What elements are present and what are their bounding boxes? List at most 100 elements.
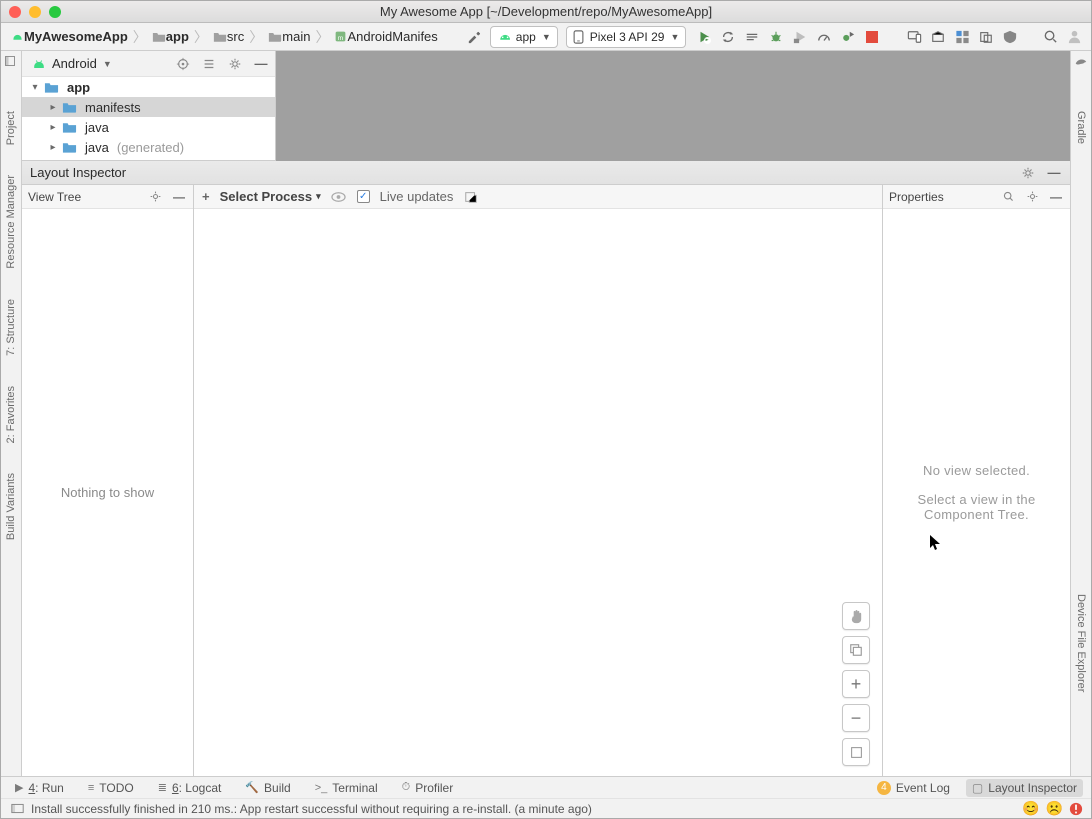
debug-icon[interactable] xyxy=(768,29,784,45)
device-select[interactable]: Pixel 3 API 29 ▼ xyxy=(566,26,687,48)
attach-debugger-icon[interactable] xyxy=(840,29,856,45)
view-tree-empty: Nothing to show xyxy=(22,209,193,776)
layout-inspector-shortcut-icon[interactable] xyxy=(978,29,994,45)
project-panel-header: Android ▼ — xyxy=(22,51,275,77)
title-bar: My Awesome App [~/Development/repo/MyAwe… xyxy=(1,1,1091,23)
minimize-icon[interactable]: — xyxy=(171,189,187,205)
coverage-icon[interactable] xyxy=(792,29,808,45)
ide-happy-icon[interactable]: 😊 xyxy=(1022,800,1039,817)
breadcrumb[interactable]: MyAwesomeApp〉app〉src〉main〉mAndroidManife… xyxy=(7,27,442,47)
plus-icon[interactable]: + xyxy=(202,189,210,204)
project-tree[interactable]: ▾app▸manifests▸java▸java(generated) xyxy=(22,77,275,160)
bottom-tab[interactable]: ≡TODO xyxy=(82,779,140,797)
toggle-3d-icon[interactable] xyxy=(331,189,347,205)
gear-icon[interactable] xyxy=(1020,165,1036,181)
ide-sad-icon[interactable]: ☹️ xyxy=(1046,800,1063,817)
gradle-icon[interactable] xyxy=(1074,55,1088,69)
zoom-out-button[interactable]: − xyxy=(842,704,870,732)
live-updates-label: Live updates xyxy=(380,189,454,204)
svg-text:m: m xyxy=(338,35,343,42)
minimize-icon[interactable]: — xyxy=(1046,165,1062,181)
chevron-down-icon: ▾ xyxy=(316,191,321,202)
search-icon[interactable] xyxy=(1000,189,1016,205)
avd-manager-icon[interactable] xyxy=(906,29,922,45)
minimize-window-button[interactable] xyxy=(29,6,41,18)
tool-tab[interactable]: Build Variants xyxy=(5,467,17,546)
bottom-tab[interactable]: >_Terminal xyxy=(309,779,384,797)
live-updates-checkbox[interactable] xyxy=(357,190,370,203)
tool-tab[interactable]: Project xyxy=(5,105,17,151)
minimize-icon[interactable]: — xyxy=(253,56,269,72)
layers-button[interactable] xyxy=(842,636,870,664)
main-toolbar: MyAwesomeApp〉app〉src〉main〉mAndroidManife… xyxy=(1,23,1091,51)
tree-row[interactable]: ▸java xyxy=(22,117,275,137)
apply-code-icon[interactable] xyxy=(744,29,760,45)
bottom-tab[interactable]: ▢Layout Inspector xyxy=(966,779,1083,797)
tool-tab[interactable]: Device File Explorer xyxy=(1075,588,1087,698)
minimize-icon[interactable]: — xyxy=(1048,189,1064,205)
sort-icon[interactable] xyxy=(201,56,217,72)
resource-manager-icon[interactable] xyxy=(954,29,970,45)
target-icon[interactable] xyxy=(175,56,191,72)
bottom-tab[interactable]: 4Event Log xyxy=(871,779,956,797)
zoom-in-button[interactable]: + xyxy=(842,670,870,698)
select-process-dropdown[interactable]: Select Process ▾ xyxy=(220,189,321,204)
gear-icon[interactable] xyxy=(227,56,243,72)
inspector-canvas: + Select Process ▾ Live updates xyxy=(194,185,882,776)
close-window-button[interactable] xyxy=(9,6,21,18)
window-title: My Awesome App [~/Development/repo/MyAwe… xyxy=(1,4,1091,19)
apply-changes-icon[interactable] xyxy=(720,29,736,45)
bottom-tab[interactable]: ⏱Profiler xyxy=(396,779,460,797)
tool-tab[interactable]: Resource Manager xyxy=(5,169,17,275)
view-tree-panel: View Tree — Nothing to show xyxy=(22,185,194,776)
tool-tab[interactable]: 2: Favorites xyxy=(5,380,17,449)
collapse-icon[interactable] xyxy=(4,55,18,69)
stop-icon[interactable] xyxy=(864,29,880,45)
breadcrumb-item[interactable]: main xyxy=(264,27,314,46)
view-tree-title: View Tree xyxy=(28,190,81,204)
properties-title: Properties xyxy=(889,190,944,204)
tree-row[interactable]: ▸manifests xyxy=(22,97,275,117)
breadcrumb-item[interactable]: src xyxy=(209,27,248,46)
chevron-down-icon: ▼ xyxy=(542,32,551,42)
device-label: Pixel 3 API 29 xyxy=(590,30,665,44)
left-tool-strip: Project Resource Manager 7: Structure 2: Fa… xyxy=(1,51,22,776)
gear-icon[interactable] xyxy=(147,189,163,205)
sdk-manager-icon[interactable] xyxy=(930,29,946,45)
project-view-title[interactable]: Android xyxy=(52,56,97,71)
tool-tab[interactable]: Gradle xyxy=(1075,105,1087,150)
tool-tab[interactable]: 7: Structure xyxy=(5,293,17,362)
user-icon[interactable] xyxy=(1066,29,1082,45)
run-config-select[interactable]: app ▼ xyxy=(490,26,558,48)
snapshot-icon[interactable] xyxy=(463,189,479,205)
search-icon[interactable] xyxy=(1042,29,1058,45)
right-tool-strip: Gradle Device File Explorer xyxy=(1070,51,1091,776)
pan-button[interactable] xyxy=(842,602,870,630)
project-structure-icon[interactable] xyxy=(1002,29,1018,45)
bottom-tab[interactable]: 🔨Build xyxy=(239,779,296,797)
tool-windows-icon[interactable] xyxy=(9,801,25,817)
breadcrumb-item[interactable]: MyAwesomeApp xyxy=(7,27,132,46)
tree-row[interactable]: ▸java(generated) xyxy=(22,137,275,157)
properties-empty-1: No view selected. xyxy=(923,463,1030,478)
bottom-tab[interactable]: ≣6: Logcat xyxy=(152,779,228,797)
bottom-tool-tabs: ▶4: Run ≡TODO ≣6: Logcat 🔨Build >_Terminal ⏱P… xyxy=(1,776,1091,798)
hammer-icon[interactable] xyxy=(466,29,482,45)
ide-error-icon[interactable] xyxy=(1069,802,1083,816)
tree-row[interactable]: ▾app xyxy=(22,77,275,97)
chevron-down-icon[interactable]: ▼ xyxy=(103,59,112,69)
breadcrumb-item[interactable]: app xyxy=(148,27,193,46)
chevron-down-icon: ▼ xyxy=(670,32,679,42)
breadcrumb-item[interactable]: mAndroidManifes xyxy=(330,27,441,46)
profiler-icon[interactable] xyxy=(816,29,832,45)
gear-icon[interactable] xyxy=(1024,189,1040,205)
editor-empty-area xyxy=(276,51,1070,161)
zoom-window-button[interactable] xyxy=(49,6,61,18)
zoom-fit-button[interactable] xyxy=(842,738,870,766)
bottom-tab[interactable]: ▶4: Run xyxy=(9,779,70,797)
mouse-cursor-icon xyxy=(930,535,942,551)
run-icon[interactable] xyxy=(696,29,712,45)
layout-inspector-header: Layout Inspector — xyxy=(22,161,1070,185)
android-icon xyxy=(32,57,46,71)
properties-panel: Properties — No view selected. Select a … xyxy=(882,185,1070,776)
